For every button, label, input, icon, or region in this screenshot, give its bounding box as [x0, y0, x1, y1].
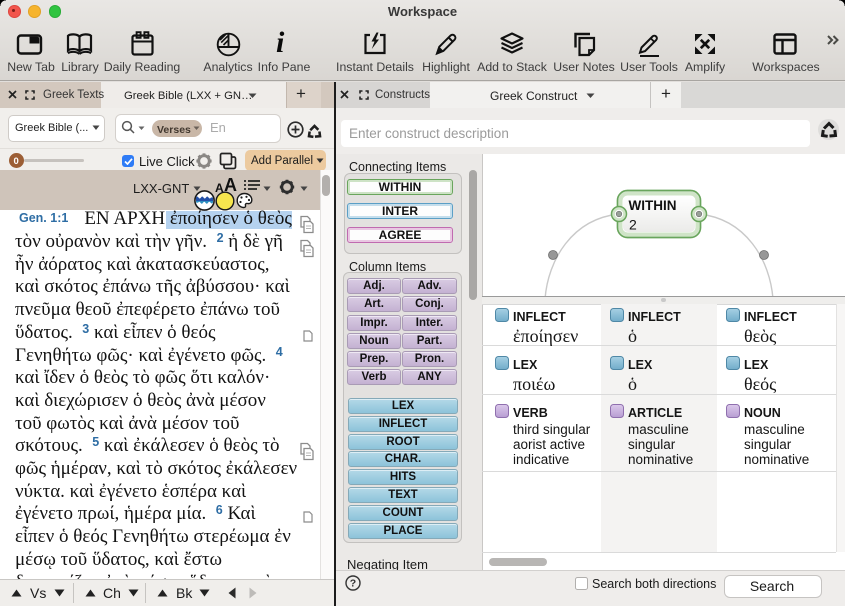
svg-text:2: 2: [629, 217, 637, 233]
svg-text:WITHIN: WITHIN: [629, 198, 677, 213]
svg-text:?: ?: [350, 578, 356, 590]
